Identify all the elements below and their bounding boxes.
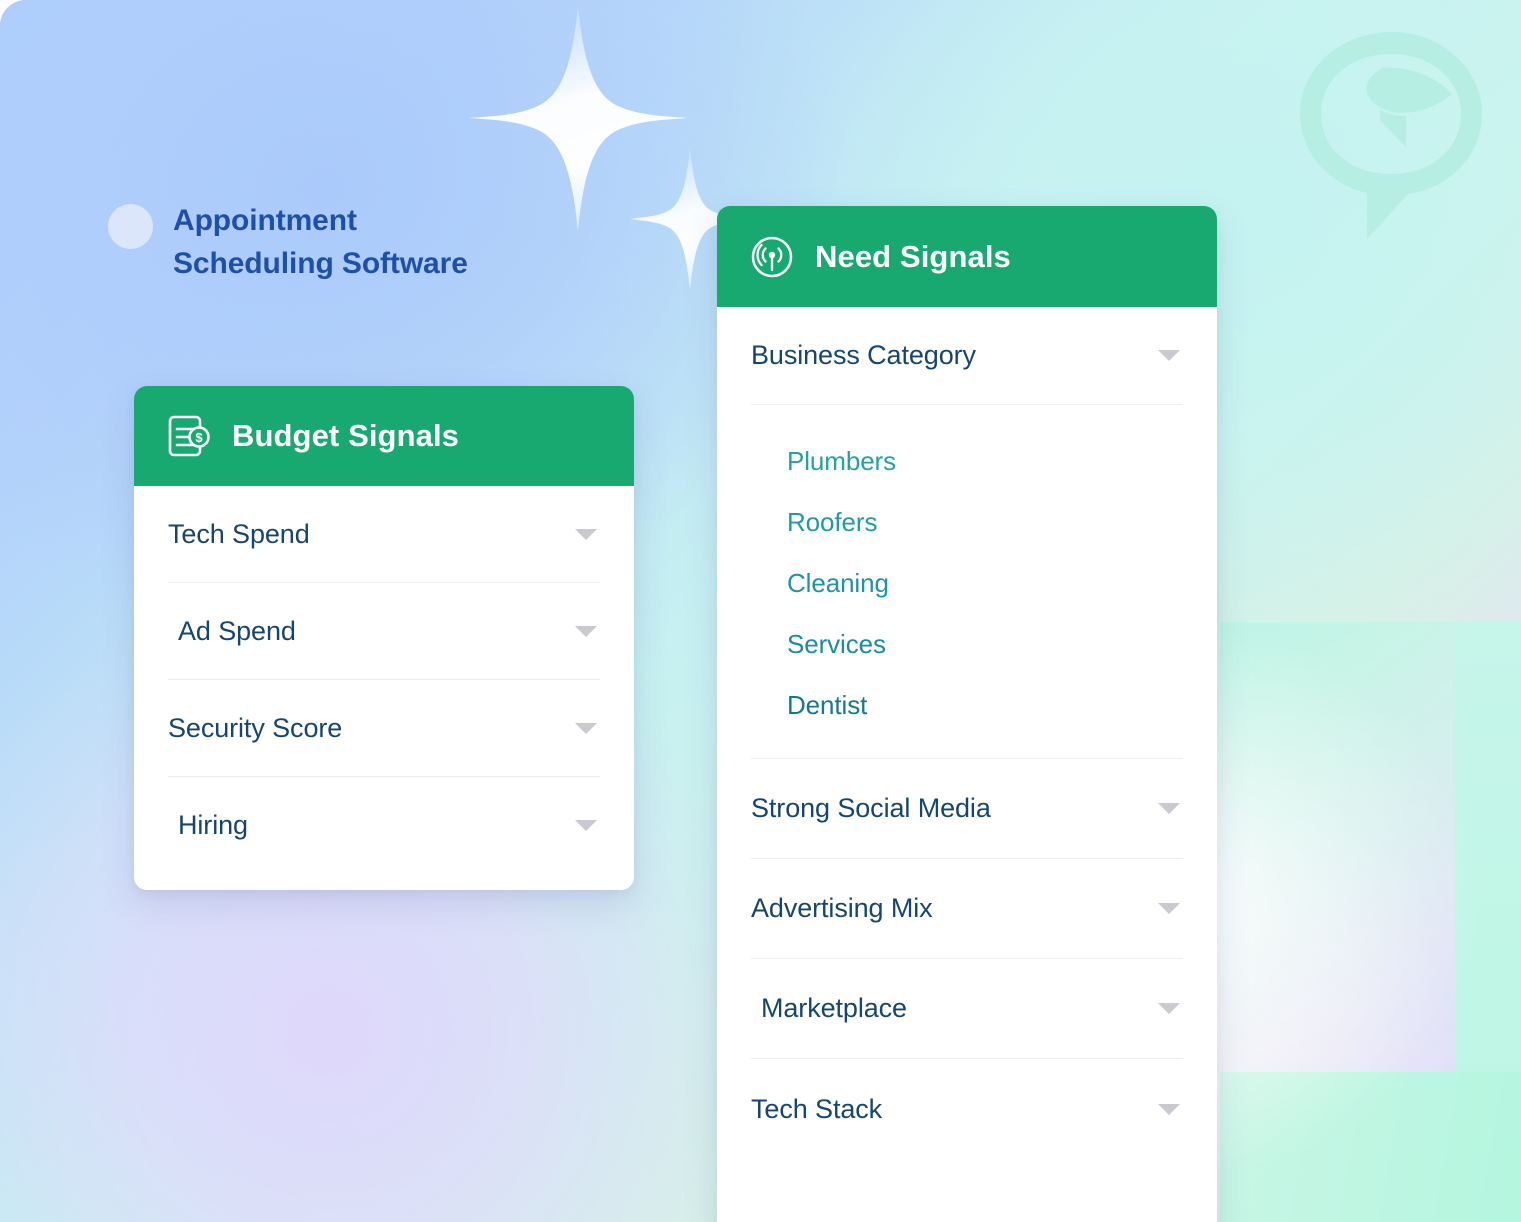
signal-label: Ad Spend [178,615,296,646]
chevron-down-icon[interactable] [575,528,597,540]
signal-label: Strong Social Media [751,793,991,823]
svg-text:$: $ [195,430,203,445]
app-canvas: Appointment Scheduling Software $ Budget… [0,0,1521,1222]
invoice-dollar-icon: $ [168,415,210,457]
need-signals-list: Business Category Plumbers Roofers Clean… [717,307,1217,1159]
chevron-down-icon[interactable] [1158,803,1180,814]
speech-bubble-logo-icon [1300,32,1482,239]
signal-label: Tech Stack [751,1093,883,1124]
chevron-down-icon[interactable] [575,625,597,637]
signal-label: Business Category [751,340,976,370]
signal-row-marketplace[interactable]: Marketplace [751,959,1183,1059]
signal-label: Security Score [168,712,343,743]
category-option-roofers[interactable]: Roofers [751,492,1183,553]
signal-row-security-score[interactable]: Security Score [168,680,600,777]
page-title-block: Appointment Scheduling Software [108,200,468,285]
chevron-down-icon[interactable] [1158,1003,1180,1014]
signal-row-hiring[interactable]: Hiring [168,777,600,874]
budget-signals-header: $ Budget Signals [134,386,634,486]
budget-signals-title: Budget Signals [232,418,460,453]
need-signals-header: Need Signals [717,206,1217,307]
page-title-line-1: Appointment [173,204,357,237]
signal-label: Hiring [178,810,248,840]
signal-label: Tech Spend [168,518,310,549]
signal-label: Marketplace [761,993,907,1023]
category-option-plumbers[interactable]: Plumbers [751,431,1183,492]
chevron-down-icon[interactable] [1158,903,1180,914]
circle-bullet [108,204,153,249]
chevron-down-icon[interactable] [575,820,597,831]
signal-row-strong-social-media[interactable]: Strong Social Media [751,759,1183,859]
business-category-options: Plumbers Roofers Cleaning Services Denti… [751,405,1183,758]
budget-signals-card: $ Budget Signals Tech Spend Ad Spend Sec… [134,386,634,890]
signal-row-tech-stack[interactable]: Tech Stack [751,1059,1183,1159]
signal-row-advertising-mix[interactable]: Advertising Mix [751,859,1183,959]
need-signals-card: Need Signals Business Category Plumbers … [717,206,1217,1222]
chevron-down-icon[interactable] [575,722,597,734]
signal-row-tech-spend[interactable]: Tech Spend [168,486,600,583]
chevron-down-icon[interactable] [1158,350,1180,361]
budget-signals-list: Tech Spend Ad Spend Security Score Hirin… [134,486,634,874]
broadcast-signal-icon [751,236,793,277]
signal-row-ad-spend[interactable]: Ad Spend [168,583,600,680]
category-option-dentist[interactable]: Dentist [751,675,1183,736]
page-title-line-2: Scheduling Software [173,246,468,280]
signal-label: Advertising Mix [751,893,933,923]
category-option-cleaning[interactable]: Cleaning [751,553,1183,614]
need-signals-title: Need Signals [815,238,1011,274]
signal-row-business-category[interactable]: Business Category [751,307,1183,405]
category-option-services[interactable]: Services [751,614,1183,675]
page-title: Appointment Scheduling Software [173,200,468,285]
chevron-down-icon[interactable] [1158,1103,1180,1115]
